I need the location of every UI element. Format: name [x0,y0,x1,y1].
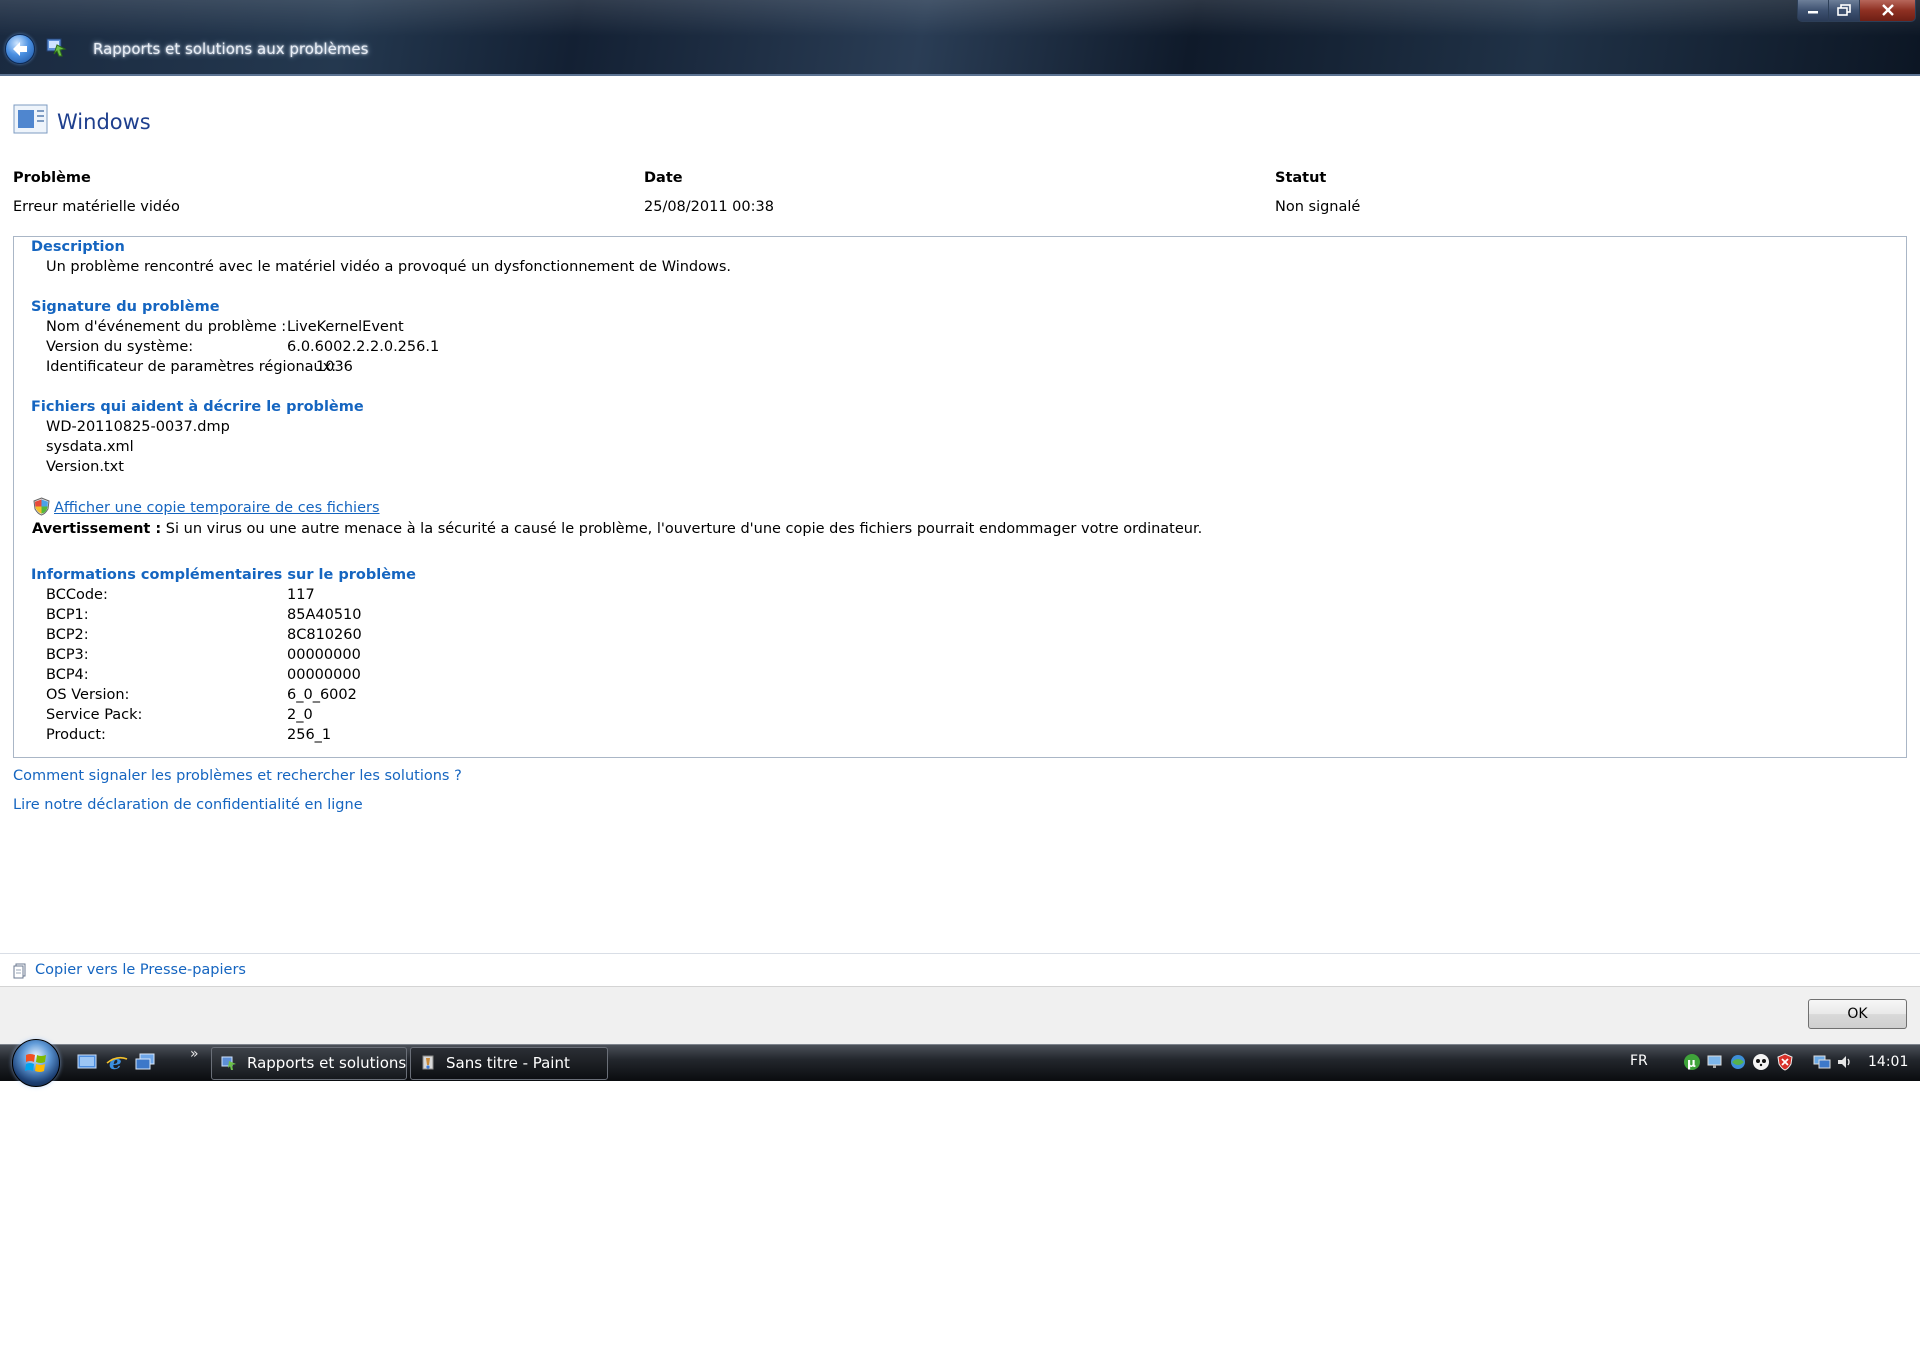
window-title: Rapports et solutions aux problèmes [93,40,369,58]
restore-button[interactable] [1828,0,1860,22]
privacy-statement-link[interactable]: Lire notre déclaration de confidentialit… [13,797,363,813]
extra-info-label: Product: [46,727,106,743]
svg-text:µ: µ [1687,1056,1696,1070]
extra-info-heading: Informations complémentaires sur le prob… [31,567,416,583]
extra-info-label: BCCode: [46,587,108,603]
taskbar-item-label: Rapports et solutions... [247,1054,407,1072]
extra-info-label: OS Version: [46,687,130,703]
security-warning: Avertissement : Si un virus ou une autre… [32,521,1202,537]
svg-text:e: e [109,1051,122,1073]
monitor-tray-icon[interactable] [1706,1053,1724,1071]
signature-heading: Signature du problème [31,299,220,315]
clipboard-copy-icon [13,963,26,979]
report-document-icon [13,104,48,134]
extra-info-value: 2_0 [287,707,313,723]
signature-label: Version du système: [46,339,194,355]
extra-info-value: 8C810260 [287,627,362,643]
how-to-report-link[interactable]: Comment signaler les problèmes et recher… [13,768,462,784]
problem-details-panel: Description Un problème rencontré avec l… [13,236,1907,758]
extra-info-label: BCP4: [46,667,89,683]
quicklaunch-overflow[interactable]: » [190,1046,199,1062]
extra-info-label: BCP2: [46,627,89,643]
signature-label: Identificateur de paramètres régionaux: [46,359,337,375]
minimize-button[interactable] [1797,0,1829,22]
extra-info-label: BCP3: [46,647,89,663]
problem-reports-app-icon [46,38,67,57]
extra-info-value: 117 [287,587,315,603]
extra-info-value: 00000000 [287,667,361,683]
taskbar-item-paint[interactable]: Sans titre - Paint [410,1047,608,1080]
extra-info-value: 256_1 [287,727,332,743]
problem-value: Erreur matérielle vidéo [13,199,180,215]
extra-info-value: 85A40510 [287,607,362,623]
back-arrow-icon [13,42,27,56]
switch-windows-icon[interactable] [134,1051,156,1073]
problem-reports-icon [221,1056,236,1070]
taskbar-clock[interactable]: 14:01 [1868,1054,1908,1070]
volume-tray-icon[interactable] [1836,1053,1854,1071]
language-indicator[interactable]: FR [1630,1053,1648,1069]
security-shield-icon [33,497,50,516]
network-globe-tray-icon[interactable] [1729,1053,1747,1071]
ok-button[interactable]: OK [1808,999,1907,1029]
extra-info-value: 6_0_6002 [287,687,357,703]
page-title: Windows [57,110,151,134]
status-column-header: Statut [1275,170,1327,186]
warning-text: Si un virus ou une autre menace à la séc… [161,521,1203,537]
signature-value: 6.0.6002.2.2.0.256.1 [287,339,440,355]
network-connection-tray-icon[interactable] [1813,1053,1831,1071]
signature-value: LiveKernelEvent [287,319,404,335]
close-button[interactable] [1859,0,1916,22]
signature-label: Nom d'événement du problème : [46,319,287,335]
internet-explorer-icon[interactable]: e [106,1051,128,1073]
security-center-tray-icon[interactable] [1776,1053,1794,1071]
warning-label: Avertissement : [32,521,162,537]
extra-info-label: Service Pack: [46,707,143,723]
description-heading: Description [31,239,125,255]
divider [0,953,1920,954]
file-item: sysdata.xml [46,439,134,455]
minimize-icon [1808,11,1818,14]
signature-value: 1036 [316,359,353,375]
restore-icon [1837,4,1851,16]
problem-column-header: Problème [13,170,91,186]
paint-icon [422,1055,434,1070]
view-files-copy-link[interactable]: Afficher une copie temporaire de ces fic… [54,500,380,516]
windows-logo-icon [25,1054,46,1072]
date-column-header: Date [644,170,683,186]
copy-to-clipboard-link[interactable]: Copier vers le Presse-papiers [35,962,246,978]
taskbar-item-label: Sans titre - Paint [446,1054,570,1072]
dialog-footer [0,986,1920,1045]
back-button[interactable] [5,34,35,64]
title-bar [0,0,1920,76]
panda-antivirus-tray-icon[interactable] [1752,1053,1770,1071]
taskbar-item-problem-reports[interactable]: Rapports et solutions... [211,1047,407,1080]
extra-info-label: BCP1: [46,607,89,623]
show-desktop-icon[interactable] [76,1051,98,1073]
file-item: Version.txt [46,459,124,475]
start-button[interactable] [12,1039,60,1087]
title-bar-sheen [0,0,1920,36]
description-text: Un problème rencontré avec le matériel v… [46,259,732,275]
utorrent-tray-icon[interactable]: µ [1683,1053,1701,1071]
close-icon [1881,4,1894,16]
status-value: Non signalé [1275,199,1361,215]
extra-info-value: 00000000 [287,647,361,663]
file-item: WD-20110825-0037.dmp [46,419,230,435]
date-value: 25/08/2011 00:38 [644,199,774,215]
files-heading: Fichiers qui aident à décrire le problèm… [31,399,364,415]
